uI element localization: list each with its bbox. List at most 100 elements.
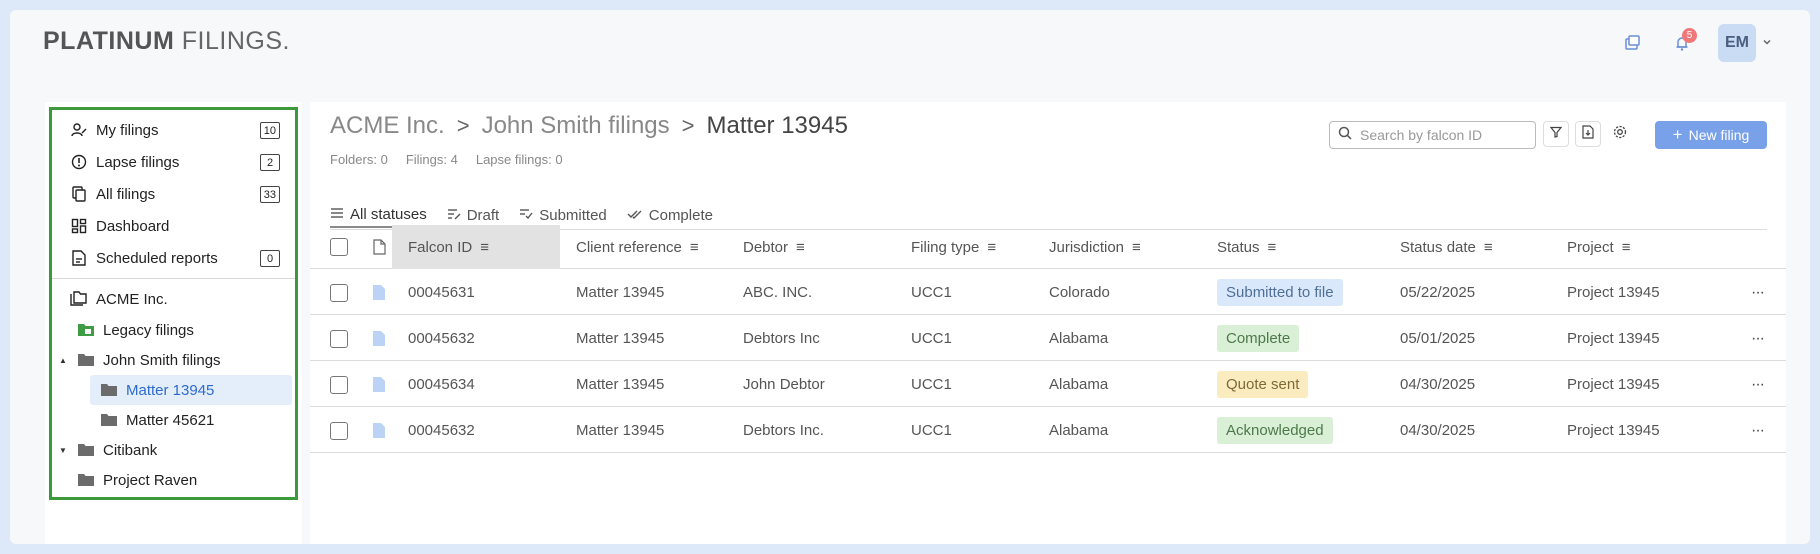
sidebar-item-scheduled-reports[interactable]: Scheduled reports 0 [52,242,295,274]
column-label: Project [1567,238,1614,256]
falcon-id: 00045631 [408,284,475,301]
count-badge: 2 [260,154,280,171]
expand-caret-icon[interactable]: ▼ [59,446,67,455]
select-all-checkbox[interactable] [330,225,348,269]
double-check-icon [627,207,643,224]
copy-icon [70,185,88,203]
tree-item-project-raven[interactable]: Project Raven [52,465,295,495]
tree-item-matter-45621[interactable]: Matter 45621 [52,405,295,435]
window-icon[interactable] [1618,29,1646,57]
table-row[interactable]: 00045634 Matter 13945 John Debtor UCC1 A… [310,362,1786,407]
row-checkbox[interactable] [330,408,348,453]
folders-count: Folders: 0 [330,152,388,167]
status-badge: Submitted to file [1217,279,1343,306]
tab-label: All statuses [350,205,427,223]
column-jurisdiction[interactable]: Jurisdiction ≡ [1049,225,1141,269]
column-filing-type[interactable]: Filing type ≡ [911,225,996,269]
column-status-date[interactable]: Status date ≡ [1400,225,1493,269]
settings-button[interactable] [1607,121,1633,147]
download-file-icon [1582,124,1594,144]
more-icon[interactable]: ··· [1751,408,1765,453]
search-box[interactable] [1329,121,1536,149]
count-badge: 0 [260,250,280,267]
sidebar-item-lapse-filings[interactable]: Lapse filings 2 [52,146,295,178]
sidebar-item-my-filings[interactable]: My filings 10 [52,114,295,146]
more-icon[interactable]: ··· [1751,316,1765,361]
column-falcon-id[interactable]: Falcon ID ≡ [392,225,560,269]
project: Project 13945 [1567,422,1660,439]
tree-item-matter-13945[interactable]: Matter 13945 [90,375,292,405]
draft-icon [447,207,461,224]
client-reference: Matter 13945 [576,330,665,347]
search-input[interactable] [1360,127,1520,143]
status-badge: Acknowledged [1217,417,1333,444]
count-badge: 10 [259,122,280,139]
user-menu[interactable]: EM [1718,24,1772,62]
tab-label: Draft [466,206,500,224]
tab-label: Submitted [539,206,607,224]
sidebar-item-dashboard[interactable]: Dashboard [52,210,295,242]
debtor: ABC. INC. [743,284,813,301]
filter-button[interactable] [1543,121,1569,147]
client-reference: Matter 13945 [576,284,665,301]
chevron-down-icon[interactable] [1762,34,1772,52]
table-row[interactable]: 00045632 Matter 13945 Debtors Inc UCC1 A… [310,316,1786,361]
tree-item-john-smith-filings[interactable]: ▲ John Smith filings [52,345,295,375]
tree-item-citibank[interactable]: ▼ Citibank [52,435,295,465]
falcon-id: 00045632 [408,330,475,347]
row-checkbox[interactable] [330,362,348,407]
file-icon [373,225,386,269]
export-button[interactable] [1575,121,1601,147]
sidebar-divider [52,278,295,279]
sort-icon: ≡ [987,238,997,256]
sort-icon: ≡ [689,238,699,256]
count-badge: 33 [259,186,280,203]
sidebar-item-label: My filings [96,121,159,139]
column-project[interactable]: Project ≡ [1567,225,1630,269]
folder-icon [100,412,118,428]
filing-type: UCC1 [911,284,952,301]
page-title: Matter 13945 [706,112,848,139]
tree-item-legacy-filings[interactable]: Legacy filings [52,315,295,345]
column-client-reference[interactable]: Client reference ≡ [576,225,699,269]
table-row[interactable]: 00045632 Matter 13945 Debtors Inc. UCC1 … [310,408,1786,453]
tree-item-label: John Smith filings [103,351,221,369]
column-label: Status date [1400,238,1476,256]
row-checkbox[interactable] [330,316,348,361]
new-filing-button[interactable]: + New filing [1655,121,1767,149]
app-frame: PLATINUM FILINGS. 5 EM ACME Inc. > John … [10,10,1810,544]
debtor: John Debtor [743,376,825,393]
sidebar-item-all-filings[interactable]: All filings 33 [52,178,295,210]
column-label: Client reference [576,238,682,256]
row-checkbox[interactable] [330,270,348,315]
column-status[interactable]: Status ≡ [1217,225,1276,269]
table-row[interactable]: 00045631 Matter 13945 ABC. INC. UCC1 Col… [310,270,1786,315]
filing-type: UCC1 [911,376,952,393]
folders-icon [70,291,88,307]
new-filing-label: New filing [1688,127,1750,143]
breadcrumb-acme[interactable]: ACME Inc. [330,112,445,140]
avatar[interactable]: EM [1718,24,1756,62]
column-debtor[interactable]: Debtor ≡ [743,225,805,269]
sort-icon: ≡ [1483,238,1493,256]
status-badge: Complete [1217,325,1300,352]
breadcrumb-john-smith[interactable]: John Smith filings [482,112,670,140]
table-header: Falcon ID ≡ Client reference ≡ Debtor ≡ Fil… [310,225,1786,269]
brand-logo[interactable]: PLATINUM FILINGS. [43,27,290,56]
tree-item-acme[interactable]: ACME Inc. [52,283,295,315]
submitted-icon [519,207,533,224]
sort-icon: ≡ [796,238,805,256]
document-icon [373,362,385,407]
jurisdiction: Colorado [1049,284,1110,301]
status-cell: Acknowledged [1217,408,1333,453]
more-icon[interactable]: ··· [1751,362,1765,407]
sort-icon: ≡ [1621,238,1631,256]
more-icon[interactable]: ··· [1751,270,1765,315]
main-panel: ACME Inc. > John Smith filings > Matter … [310,102,1786,544]
column-label: Debtor [743,238,789,256]
tree-item-label: Project Raven [103,471,198,489]
header-actions: 5 EM [1618,24,1772,62]
collapse-caret-icon[interactable]: ▲ [59,356,67,365]
folder-icon [77,442,95,458]
bell-icon[interactable]: 5 [1668,28,1697,57]
